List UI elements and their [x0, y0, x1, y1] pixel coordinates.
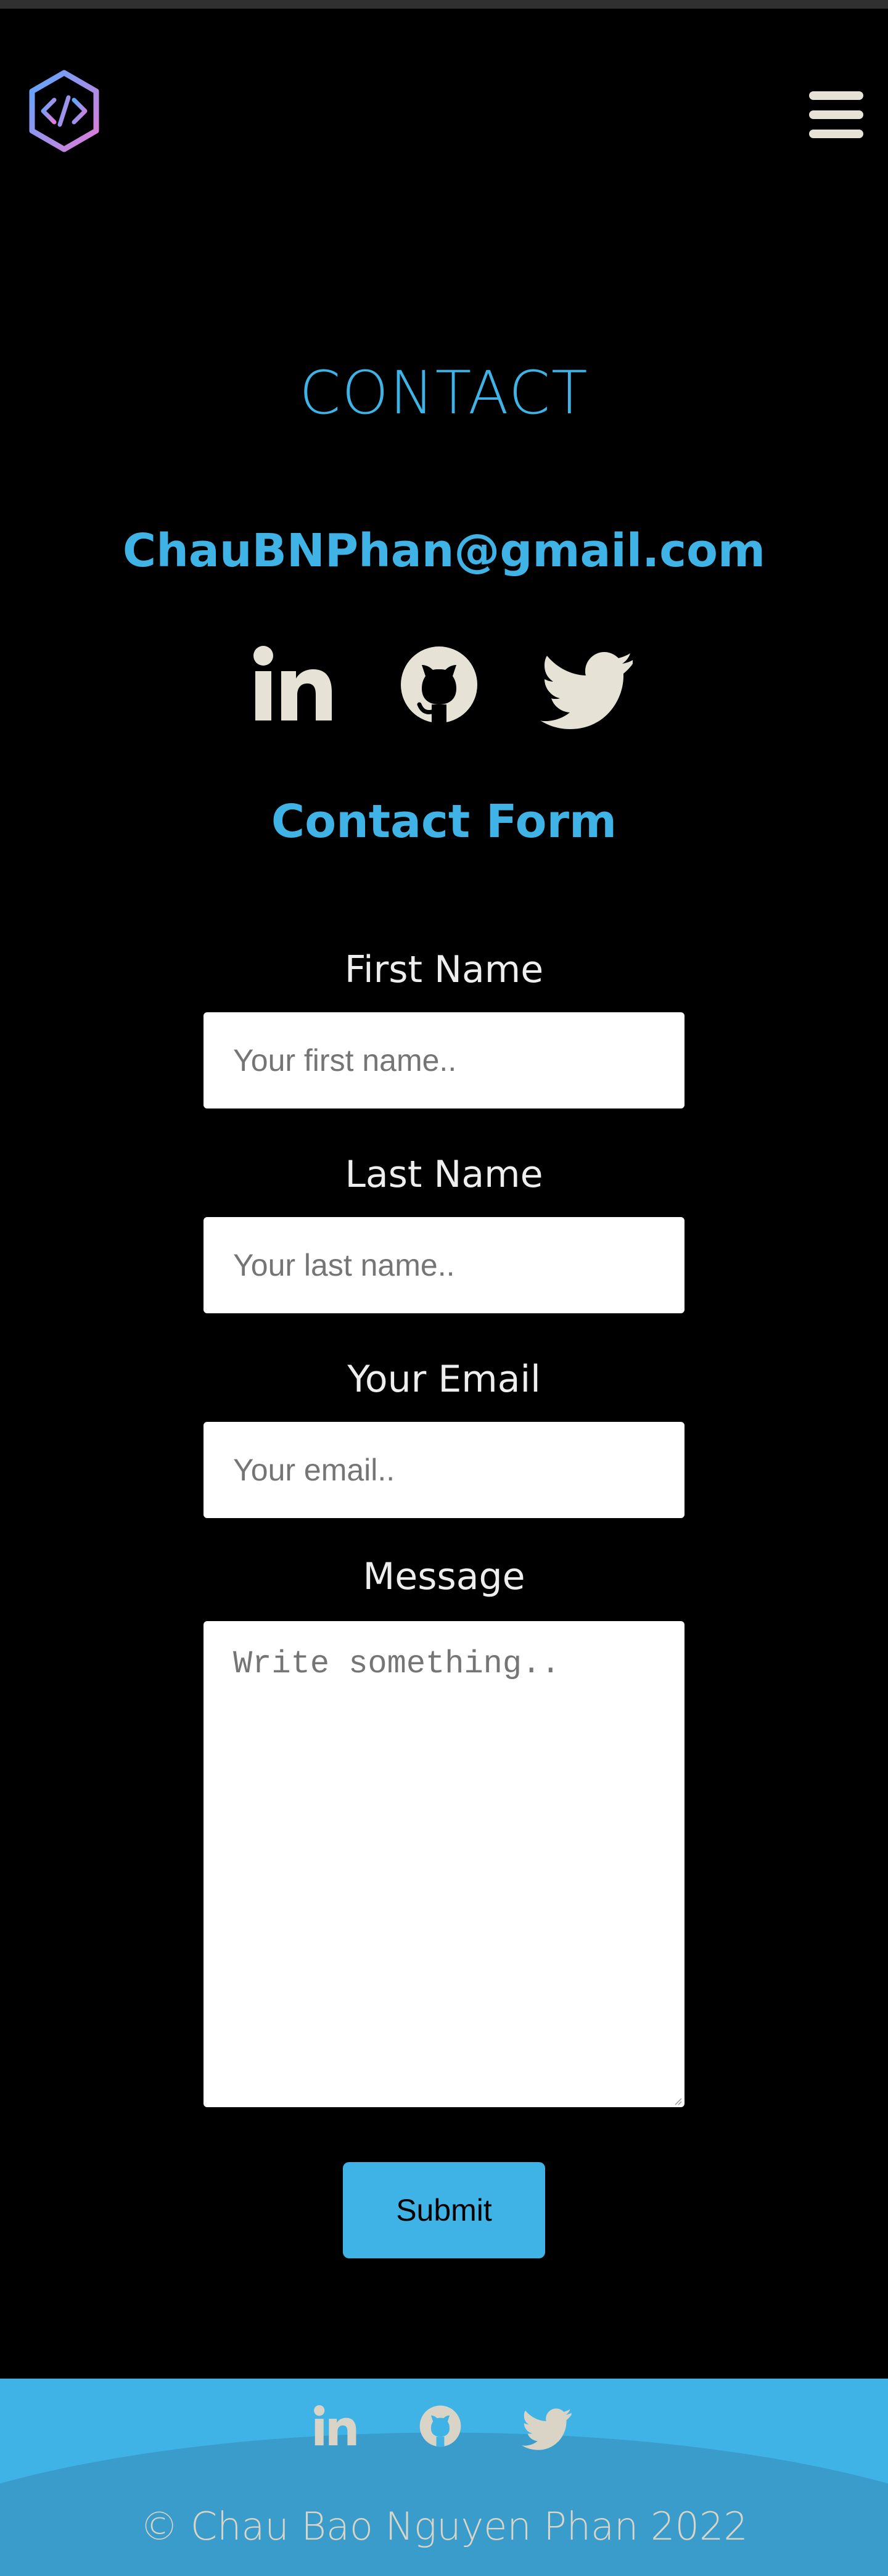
first-name-label: First Name	[344, 948, 544, 991]
menu-bar-bottom	[809, 130, 863, 138]
last-name-input[interactable]	[204, 1217, 684, 1313]
first-name-input[interactable]	[204, 1012, 684, 1108]
footer-copyright: © Chau Bao Nguyen Phan 2022	[140, 2504, 748, 2549]
footer-github-icon[interactable]	[414, 2400, 467, 2453]
twitter-icon[interactable]	[540, 635, 639, 734]
contact-email-link[interactable]: ChauBNPhan@gmail.com	[0, 523, 888, 579]
site-footer: © Chau Bao Nguyen Phan 2022	[0, 2379, 888, 2576]
page-title: CONTACT	[299, 358, 589, 427]
linkedin-icon[interactable]	[243, 635, 342, 734]
email-label: Your Email	[347, 1358, 541, 1401]
email-input[interactable]	[204, 1422, 684, 1518]
github-icon[interactable]	[390, 635, 488, 734]
menu-bar-middle	[809, 110, 863, 119]
hamburger-menu-icon[interactable]	[805, 89, 867, 141]
contact-form-title: Contact Form	[271, 795, 617, 848]
last-name-label: Last Name	[345, 1153, 543, 1196]
window-top-border	[0, 0, 888, 9]
message-label: Message	[363, 1555, 525, 1598]
code-hexagon-logo-icon[interactable]	[27, 69, 101, 153]
menu-bar-top	[809, 91, 863, 100]
message-textarea[interactable]	[204, 1621, 684, 2107]
textarea-resize-handle[interactable]	[673, 2096, 682, 2105]
submit-button[interactable]: Submit	[343, 2162, 545, 2258]
footer-linkedin-icon[interactable]	[308, 2400, 361, 2453]
footer-twitter-icon[interactable]	[522, 2400, 575, 2453]
